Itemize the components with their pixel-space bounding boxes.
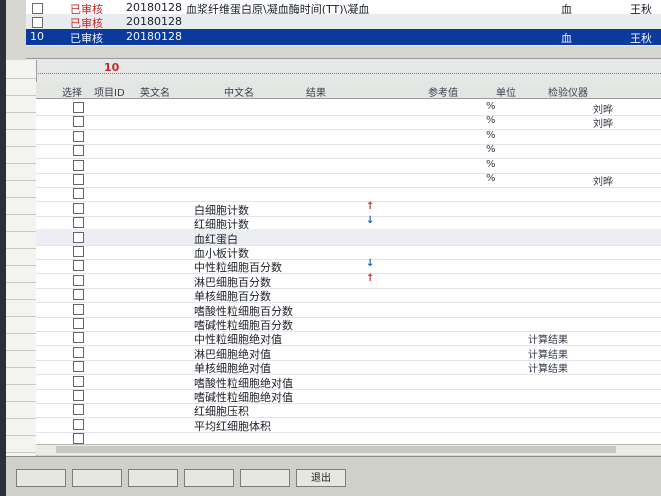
sample-detail-bar: 10 [26,58,661,83]
result-row-checkbox[interactable] [73,318,84,329]
result-unit: % [486,173,496,184]
header-english-name[interactable]: 英文名 [140,84,170,99]
arrow-down-icon: ↓ [366,258,375,270]
result-row-checkbox[interactable] [73,303,84,315]
sample-row-2[interactable]: 已审核 20180128 [26,14,661,30]
arrow-up-icon: ↑ [366,272,375,284]
result-row-checkbox[interactable] [73,346,84,358]
horizontal-scrollbar-thumb[interactable] [56,446,616,453]
result-row-checkbox[interactable] [73,217,84,229]
sample-row-3-selected[interactable]: 10 已审核 20180128 血 王秋 [26,29,661,45]
result-row-checkbox[interactable] [73,159,84,171]
header-chinese-name[interactable]: 中文名 [224,84,254,99]
toolbar-button-4[interactable] [184,469,234,487]
header-unit[interactable]: 单位 [496,84,516,99]
result-row-checkbox[interactable] [73,174,84,185]
result-row-checkbox[interactable] [73,375,84,387]
result-row-checkbox[interactable] [73,231,84,243]
result-unit: % [486,115,496,127]
header-item-id[interactable]: 项目ID [94,84,125,99]
result-row-checkbox[interactable] [73,246,84,257]
header-instrument[interactable]: 检验仪器 [548,84,588,99]
result-row-checkbox[interactable] [73,130,84,142]
result-row-checkbox[interactable] [73,188,84,200]
arrow-down-icon: ↓ [366,215,375,227]
result-row-checkbox[interactable] [73,289,84,301]
result-row-checkbox[interactable] [73,274,84,286]
sample-list: 已审核 20180128 血浆纤维蛋白原\凝血酶时间(TT)\凝血 血 王秋 已… [26,0,661,46]
sample-row-3-date: 20180128 [126,30,182,43]
result-row-checkbox[interactable] [73,202,84,214]
dotted-divider [26,73,661,74]
result-unit: % [486,129,496,141]
result-row-checkbox[interactable] [73,332,84,344]
sample-row-1-checkbox[interactable] [32,3,43,14]
sample-row-3-unit: 血 [561,32,572,45]
lis-window: 已审核 20180128 血浆纤维蛋白原\凝血酶时间(TT)\凝血 血 王秋 已… [6,0,661,496]
result-row-checkbox[interactable] [73,361,84,373]
sample-row-3-id: 10 [30,30,44,43]
sample-row-2-date: 20180128 [126,15,182,28]
sample-id-column [6,60,37,460]
result-row-checkbox[interactable] [73,102,84,113]
toolbar-button-2[interactable] [72,469,122,487]
header-reference[interactable]: 参考值 [428,84,458,99]
result-unit: % [486,101,496,112]
result-row-checkbox[interactable] [73,116,84,128]
result-row-checkbox[interactable] [73,404,84,416]
result-row-checkbox[interactable] [73,145,84,157]
sample-row-3-patient: 王秋 [630,32,652,45]
result-grid: 选择 项目ID 英文名 中文名 结果 参考值 单位 检验仪器 % 刘晔% 刘晔%%%… [36,82,661,454]
result-row-checkbox[interactable] [73,390,84,401]
toolbar-button-6[interactable]: 退出 [296,469,346,487]
toolbar-button-1[interactable] [16,469,66,487]
arrow-up-icon: ↑ [366,200,375,212]
sample-row-1-date: 20180128 [126,1,182,14]
sample-row-3-status: 已审核 [70,32,103,45]
header-select[interactable]: 选择 [62,84,82,99]
result-unit: % [486,144,496,156]
sample-row-2-checkbox[interactable] [32,17,43,28]
result-row-checkbox[interactable] [73,418,84,430]
header-result[interactable]: 结果 [306,84,326,99]
sample-id-cell[interactable] [6,434,36,453]
result-grid-header: 选择 项目ID 英文名 中文名 结果 参考值 单位 检验仪器 [36,82,661,99]
result-row-checkbox[interactable] [73,260,84,272]
horizontal-scrollbar[interactable] [36,444,661,455]
result-unit: % [486,158,496,170]
result-row-checkbox[interactable] [73,433,84,445]
bottom-toolbar: 退出 [6,456,661,496]
toolbar-button-5[interactable] [240,469,290,487]
toolbar-button-3[interactable] [128,469,178,487]
